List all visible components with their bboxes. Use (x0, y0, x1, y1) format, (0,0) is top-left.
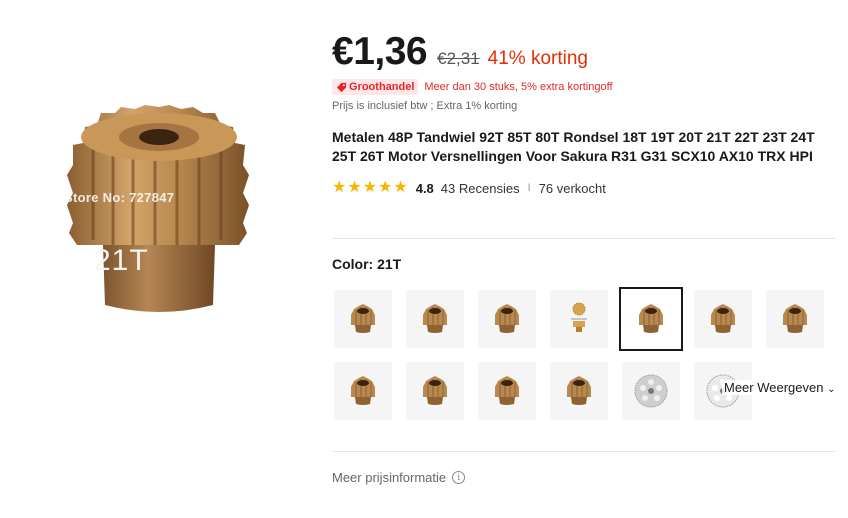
color-swatch[interactable] (406, 362, 464, 420)
divider (332, 451, 836, 452)
color-swatch[interactable] (478, 362, 536, 420)
star-icon: ★ (332, 179, 347, 196)
star-icon: ★ (393, 179, 408, 196)
show-more-label: Meer Weergeven (724, 380, 824, 395)
price-row: €1,36 €2,31 41% korting (332, 30, 838, 76)
gear-teeth-label: 21T (94, 244, 149, 277)
color-label: Color: 21T (332, 256, 402, 272)
discount-label: 41% korting (487, 48, 588, 69)
reviews-link[interactable]: 43 Recensies (441, 181, 520, 196)
swatch-thumbnail (495, 304, 519, 333)
color-swatch[interactable] (478, 290, 536, 348)
sold-count: 76 verkocht (538, 180, 606, 196)
swatch-thumbnail (495, 376, 519, 405)
swatch-thumbnail (567, 376, 591, 405)
wholesale-badge[interactable]: Groothandel (332, 79, 419, 95)
color-swatch[interactable] (550, 362, 608, 420)
color-swatch[interactable] (622, 362, 680, 420)
product-title: Metalen 48P Tandwiel 92T 85T 80T Rondsel… (332, 129, 815, 164)
rating-score: 4.8 (415, 180, 434, 196)
tag-icon (336, 82, 347, 92)
color-swatch[interactable] (619, 287, 683, 351)
rating-separator: I (527, 182, 531, 194)
swatch-thumbnail (639, 304, 663, 333)
promo-text: Meer dan 30 stuks, 5% extra kortingoff (424, 81, 613, 93)
color-swatch[interactable] (694, 290, 752, 348)
swatch-thumbnail (351, 376, 375, 405)
color-swatch[interactable] (334, 362, 392, 420)
main-product-image[interactable] (8, 60, 308, 360)
price-info-label: Meer prijsinformatie (332, 470, 447, 485)
swatch-thumbnail (571, 302, 587, 332)
color-swatch[interactable] (406, 290, 464, 348)
swatch-thumbnail (783, 304, 807, 333)
color-swatch[interactable] (766, 290, 824, 348)
product-info: €1,36 €2,31 41% korting Groothandel Meer… (332, 30, 838, 197)
swatch-thumbnail (634, 374, 668, 408)
color-swatch[interactable] (550, 290, 608, 348)
promo-row: Groothandel Meer dan 30 stuks, 5% extra … (332, 78, 838, 96)
swatch-thumbnail (423, 376, 447, 405)
price-info-link[interactable]: Meer prijsinformatie i (332, 470, 466, 485)
divider (332, 238, 836, 239)
color-swatch[interactable] (334, 290, 392, 348)
star-rating: ★ ★ ★ ★ ★ (332, 180, 408, 196)
tax-note: Prijs is inclusief btw ; Extra 1% kortin… (332, 100, 518, 112)
swatch-thumbnail (423, 304, 447, 333)
gear-image (67, 105, 249, 312)
wholesale-badge-label: Groothandel (349, 81, 415, 93)
swatch-thumbnail (711, 304, 735, 333)
star-icon: ★ (362, 179, 378, 196)
show-more-button[interactable]: Meer Weergeven ⌄ (722, 380, 838, 395)
star-icon: ★ (378, 179, 393, 196)
swatch-thumbnail (351, 304, 375, 333)
original-price: €2,31 (437, 49, 480, 68)
image-watermark: Store No: 727847 (64, 190, 175, 205)
star-icon: ★ (347, 179, 362, 196)
chevron-down-icon: ⌄ (827, 384, 836, 395)
info-icon: i (452, 471, 466, 484)
current-price: €1,36 (332, 30, 428, 73)
rating-row: ★ ★ ★ ★ ★ 4.8 43 Recensies I 76 verkocht (332, 179, 838, 197)
